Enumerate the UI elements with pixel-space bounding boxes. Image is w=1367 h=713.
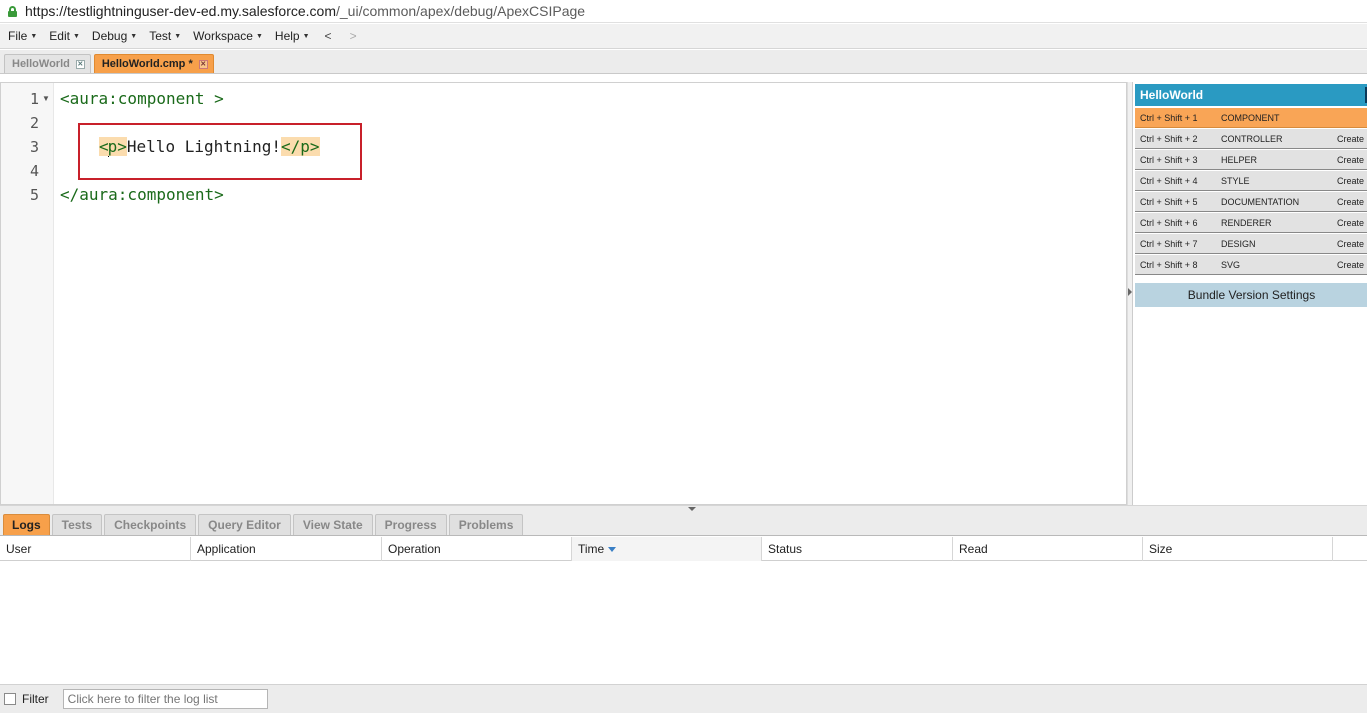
- column-application[interactable]: Application: [191, 537, 382, 561]
- close-icon[interactable]: ✕: [198, 59, 208, 69]
- tab-helloworld-cmp[interactable]: HelloWorld.cmp * ✕: [93, 54, 214, 73]
- panel-tab-bar: Logs Tests Checkpoints Query Editor View…: [0, 511, 1367, 536]
- bundle-version-settings-button[interactable]: Bundle Version Settings: [1135, 283, 1367, 307]
- column-user[interactable]: User: [0, 537, 191, 561]
- tab-tests[interactable]: Tests: [51, 514, 103, 535]
- menu-file[interactable]: File ▼: [2, 24, 43, 49]
- file-tab-bar: HelloWorld ✕ HelloWorld.cmp * ✕: [0, 50, 1367, 74]
- line-number: 4: [29, 162, 39, 180]
- tab-problems[interactable]: Problems: [448, 514, 524, 535]
- log-table-header: User Application Operation Time Status R…: [0, 537, 1367, 561]
- tab-label: HelloWorld.cmp *: [101, 58, 193, 70]
- address-bar[interactable]: https://testlightninguser-dev-ed.my.sale…: [0, 0, 1367, 23]
- column-status[interactable]: Status: [762, 537, 953, 561]
- nav-back-button[interactable]: <: [316, 29, 341, 43]
- menu-edit[interactable]: Edit ▼: [43, 24, 86, 49]
- column-size[interactable]: Size: [1143, 537, 1333, 561]
- menu-workspace[interactable]: Workspace ▼: [187, 24, 269, 49]
- bundle-item-component[interactable]: Ctrl + Shift + 1 COMPONENT: [1135, 108, 1367, 128]
- line-number: 3: [29, 138, 39, 156]
- column-time[interactable]: Time: [572, 537, 762, 561]
- caret-down-icon: ▼: [302, 32, 310, 40]
- bundle-item-style[interactable]: Ctrl + Shift + 4 STYLE Create: [1135, 171, 1367, 191]
- code-editor[interactable]: 1 ▼ 2 3 4 5 <aura:component > <p>Hello L…: [0, 82, 1127, 505]
- bundle-item-controller[interactable]: Ctrl + Shift + 2 CONTROLLER Create: [1135, 129, 1367, 149]
- filter-label: Filter: [22, 692, 49, 706]
- bundle-item-design[interactable]: Ctrl + Shift + 7 DESIGN Create: [1135, 234, 1367, 254]
- create-button[interactable]: Create: [1337, 176, 1364, 186]
- menu-help[interactable]: Help ▼: [269, 24, 316, 49]
- line-number: 5: [29, 186, 39, 204]
- create-button[interactable]: Create: [1337, 218, 1364, 228]
- caret-down-icon: ▼: [130, 32, 138, 40]
- close-icon[interactable]: ✕: [75, 59, 85, 69]
- menu-test[interactable]: Test ▼: [143, 24, 187, 49]
- create-button[interactable]: Create: [1337, 155, 1364, 165]
- code-line-1[interactable]: <aura:component >: [60, 87, 224, 111]
- tab-progress[interactable]: Progress: [374, 514, 447, 535]
- bundle-item-renderer[interactable]: Ctrl + Shift + 6 RENDERER Create: [1135, 213, 1367, 233]
- tab-label: HelloWorld: [12, 58, 70, 70]
- highlight-box: [78, 123, 362, 180]
- column-read[interactable]: Read: [953, 537, 1143, 561]
- line-number: 1: [29, 90, 39, 108]
- fold-arrow-icon[interactable]: ▼: [42, 94, 50, 103]
- create-button[interactable]: Create: [1337, 134, 1364, 144]
- menu-bar: File ▼ Edit ▼ Debug ▼ Test ▼ Workspace ▼ Help…: [0, 24, 1367, 49]
- bundle-item-helper[interactable]: Ctrl + Shift + 3 HELPER Create: [1135, 150, 1367, 170]
- lock-icon: [8, 5, 17, 17]
- create-button[interactable]: Create: [1337, 197, 1364, 207]
- nav-forward-button[interactable]: >: [341, 29, 366, 43]
- create-button[interactable]: Create: [1337, 260, 1364, 270]
- tab-query-editor[interactable]: Query Editor: [198, 514, 291, 535]
- url-text[interactable]: https://testlightninguser-dev-ed.my.sale…: [25, 3, 585, 19]
- filter-bar: Filter: [0, 684, 1367, 713]
- caret-down-icon: ▼: [255, 32, 263, 40]
- filter-input[interactable]: [62, 689, 268, 709]
- tab-logs[interactable]: Logs: [3, 514, 50, 535]
- bundle-item-svg[interactable]: Ctrl + Shift + 8 SVG Create: [1135, 255, 1367, 275]
- bundle-title: HelloWorld: [1135, 84, 1367, 106]
- line-number: 2: [29, 114, 39, 132]
- menu-debug[interactable]: Debug ▼: [86, 24, 143, 49]
- log-list[interactable]: [0, 561, 1367, 684]
- tab-helloworld[interactable]: HelloWorld ✕: [4, 54, 91, 73]
- bundle-item-documentation[interactable]: Ctrl + Shift + 5 DOCUMENTATION Create: [1135, 192, 1367, 212]
- caret-down-icon: ▼: [30, 32, 38, 40]
- code-line-5[interactable]: </aura:component>: [60, 183, 224, 207]
- column-operation[interactable]: Operation: [382, 537, 572, 561]
- sort-descending-icon: [608, 547, 617, 553]
- tab-checkpoints[interactable]: Checkpoints: [104, 514, 197, 535]
- line-gutter: 1 ▼ 2 3 4 5: [1, 83, 54, 504]
- bundle-panel: HelloWorld Ctrl + Shift + 1 COMPONENT Ct…: [1132, 82, 1367, 505]
- filter-checkbox[interactable]: [4, 693, 16, 705]
- caret-down-icon: ▼: [72, 32, 80, 40]
- caret-down-icon: ▼: [174, 32, 182, 40]
- tab-view-state[interactable]: View State: [292, 514, 373, 535]
- create-button[interactable]: Create: [1337, 239, 1364, 249]
